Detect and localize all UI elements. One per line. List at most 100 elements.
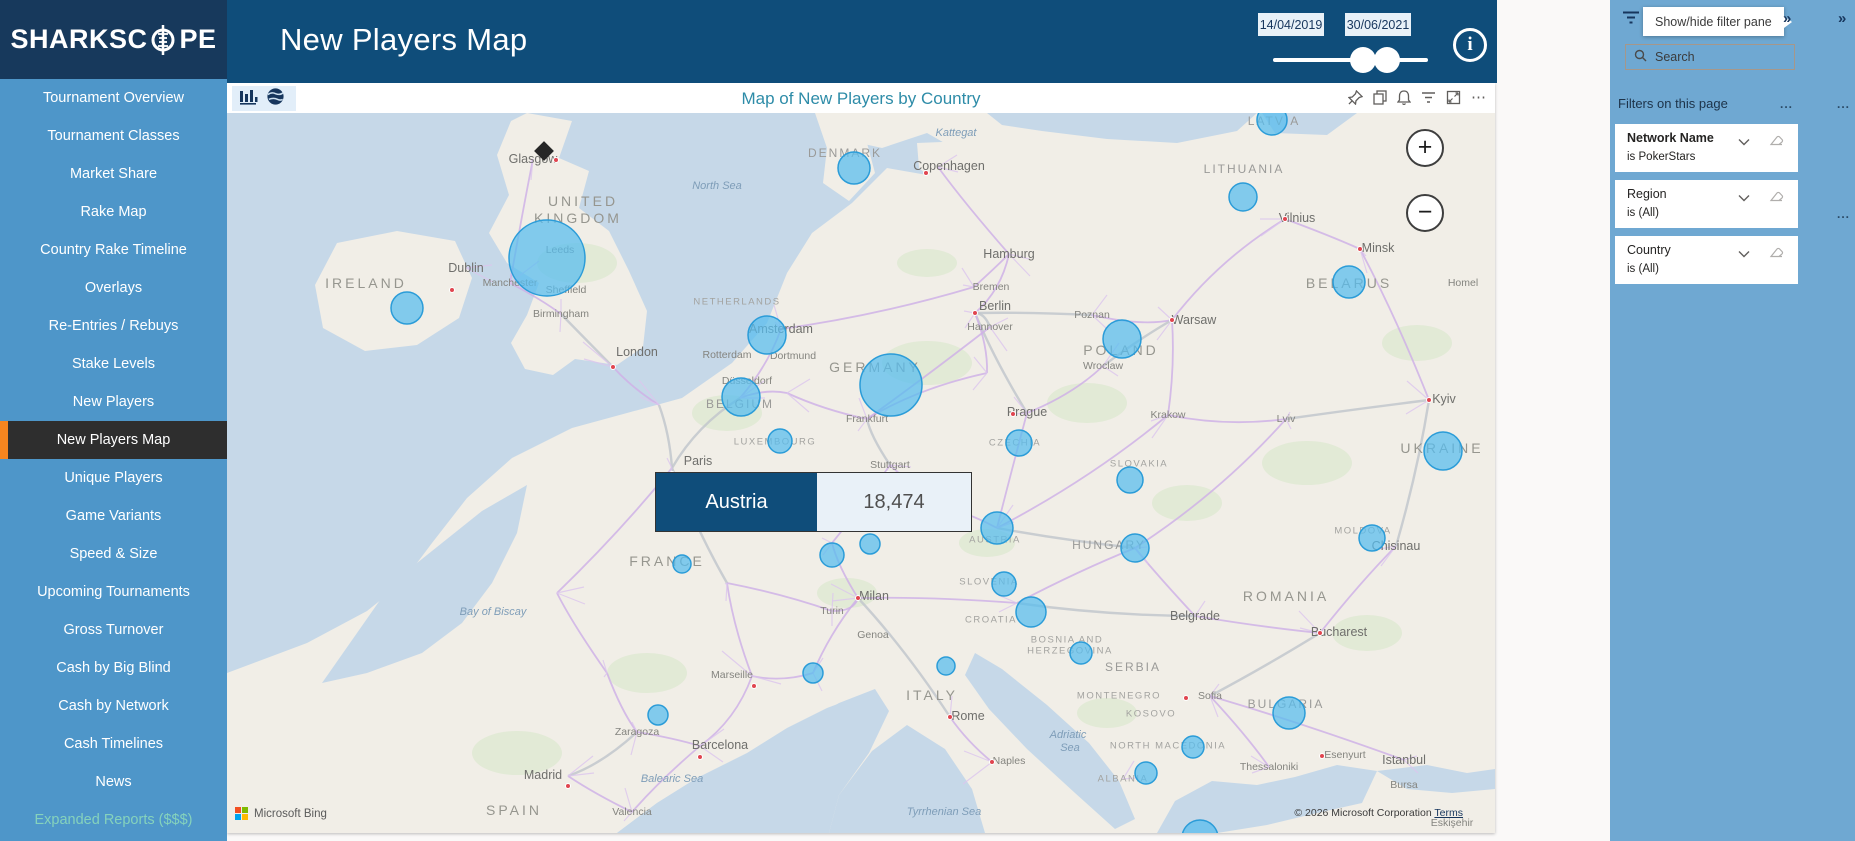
map-data-bubble[interactable] (937, 657, 955, 675)
sidebar-item-new-players[interactable]: New Players (0, 383, 227, 421)
map-data-bubble[interactable] (648, 705, 668, 725)
map-data-bubble[interactable] (1182, 736, 1204, 758)
map-data-bubble[interactable] (722, 378, 760, 416)
filter-card-title: Region (1627, 187, 1790, 201)
sidebar-item-new-players-map[interactable]: New Players Map (0, 421, 227, 459)
map-data-bubble[interactable] (1117, 467, 1143, 493)
sidebar-item-tournament-overview[interactable]: Tournament Overview (0, 79, 227, 117)
report-header: New Players Map 14/04/2019 30/06/2021 i (227, 0, 1497, 83)
map-data-bubble[interactable] (1070, 642, 1092, 664)
sidebar-item-overlays[interactable]: Overlays (0, 269, 227, 307)
sidebar-item-stake-levels[interactable]: Stake Levels (0, 345, 227, 383)
map-data-bubble[interactable] (1006, 430, 1032, 456)
map-data-bubble[interactable] (1229, 183, 1257, 211)
pane-more-icon[interactable]: ... (1837, 97, 1850, 111)
filter-card-condition: is (All) (1627, 207, 1790, 219)
map-data-bubble[interactable] (860, 354, 922, 416)
search-input[interactable]: Search (1625, 44, 1795, 70)
sidebar-item-speed-size[interactable]: Speed & Size (0, 535, 227, 573)
chevron-down-icon[interactable] (1738, 133, 1750, 151)
map-data-bubble[interactable] (1359, 525, 1385, 551)
map-data-bubble[interactable] (1273, 697, 1305, 729)
eraser-icon[interactable] (1769, 133, 1784, 151)
map-data-bubble[interactable] (1121, 534, 1149, 562)
sidebar-item-country-rake-timeline[interactable]: Country Rake Timeline (0, 231, 227, 269)
map-zoom-in-button[interactable]: + (1406, 129, 1444, 167)
map-data-bubble[interactable] (391, 292, 423, 324)
chevron-down-icon[interactable] (1738, 245, 1750, 263)
sidebar-item-tournament-classes[interactable]: Tournament Classes (0, 117, 227, 155)
sidebar-item-cash-by-big-blind[interactable]: Cash by Big Blind (0, 649, 227, 687)
sidebar-item-news[interactable]: News (0, 763, 227, 801)
filters-more-icon[interactable]: ... (1780, 97, 1793, 111)
map-data-bubble[interactable] (820, 543, 844, 567)
map-data-bubble[interactable] (673, 555, 691, 573)
sidebar-item-re-entries-rebuys[interactable]: Re-Entries / Rebuys (0, 307, 227, 345)
filter-card-condition: is PokerStars (1627, 151, 1790, 163)
map-data-bubble[interactable] (838, 152, 870, 184)
map-data-bubble[interactable] (509, 220, 585, 296)
terms-link[interactable]: Terms (1434, 807, 1463, 819)
sidebar-item-expanded-reports[interactable]: Expanded Reports ($$$) (0, 801, 227, 839)
date-to-field[interactable]: 30/06/2021 (1345, 13, 1411, 36)
sidebar-item-game-variants[interactable]: Game Variants (0, 497, 227, 535)
map-data-bubble[interactable] (768, 429, 792, 453)
map-data-bubble[interactable] (1103, 320, 1141, 358)
sidebar-item-cash-timelines[interactable]: Cash Timelines (0, 725, 227, 763)
map-data-bubble[interactable] (1135, 762, 1157, 784)
sidebar-item-unique-players[interactable]: Unique Players (0, 459, 227, 497)
filter-icon[interactable] (1421, 91, 1436, 104)
copyright-text: © 2026 Microsoft Corporation (1294, 807, 1431, 819)
map-data-bubble[interactable] (1016, 597, 1046, 627)
map-data-bubble[interactable] (992, 572, 1016, 596)
alert-bell-icon[interactable] (1397, 90, 1411, 105)
pin-icon[interactable] (1348, 90, 1363, 105)
page-title: New Players Map (280, 22, 527, 58)
map-data-bubble[interactable] (748, 316, 786, 354)
filter-card-title: Network Name (1627, 131, 1790, 145)
eraser-icon[interactable] (1769, 189, 1784, 207)
map-data-bubble[interactable] (1424, 432, 1462, 470)
sidebar-item-upcoming-tournaments[interactable]: Upcoming Tournaments (0, 573, 227, 611)
map-data-bubble[interactable] (981, 512, 1013, 544)
bing-map[interactable]: UNITEDKINGDOMIRELANDDENMARKNETHERLANDSBE… (227, 113, 1495, 833)
filters-section-title: Filters on this page (1618, 96, 1728, 111)
date-from-field[interactable]: 14/04/2019 (1258, 13, 1324, 36)
map-data-bubble[interactable] (1257, 113, 1287, 135)
visual-header: Map of New Players by Country ⋯ (227, 83, 1495, 113)
pane-filter-icon[interactable] (1622, 10, 1640, 30)
filter-card-region[interactable]: Region is (All) (1615, 180, 1798, 228)
filter-card-title: Country (1627, 243, 1790, 257)
collapse-filter-pane-icon[interactable]: » (1783, 10, 1791, 27)
map-zoom-out-button[interactable]: − (1406, 194, 1444, 232)
focus-mode-icon[interactable] (1446, 90, 1461, 105)
visual-actions: ⋯ (1348, 90, 1487, 105)
map-data-bubble[interactable] (860, 534, 880, 554)
card-more-icon[interactable]: ... (1837, 207, 1850, 221)
scope-icon (148, 25, 178, 55)
map-data-bubble[interactable] (803, 663, 823, 683)
date-range-slider-handle-right[interactable] (1374, 47, 1400, 73)
map-data-bubble[interactable] (1333, 266, 1365, 298)
info-icon[interactable]: i (1453, 28, 1487, 62)
more-options-icon[interactable]: ⋯ (1471, 94, 1487, 102)
filter-pane: Show/hide filter pane » » Search Filters… (1610, 0, 1855, 841)
map-data-bubble[interactable] (1182, 820, 1218, 833)
copy-icon[interactable] (1373, 90, 1387, 105)
eraser-icon[interactable] (1769, 245, 1784, 263)
collapse-secondary-pane-icon[interactable]: » (1838, 10, 1846, 27)
chevron-down-icon[interactable] (1738, 189, 1750, 207)
page-margin (227, 833, 1495, 841)
filter-card-network-name[interactable]: Network Name is PokerStars (1615, 124, 1798, 172)
sidebar-item-gross-turnover[interactable]: Gross Turnover (0, 611, 227, 649)
tooltip-value: 18,474 (817, 473, 971, 531)
logo-text-post: PE (179, 24, 216, 55)
sidebar-item-market-share[interactable]: Market Share (0, 155, 227, 193)
sidebar-item-cash-by-network[interactable]: Cash by Network (0, 687, 227, 725)
filter-pane-tooltip: Show/hide filter pane (1643, 7, 1784, 36)
filter-card-country[interactable]: Countryis (All) (1615, 236, 1798, 284)
sidebar-item-rake-map[interactable]: Rake Map (0, 193, 227, 231)
date-range-slider-handle-left[interactable] (1350, 47, 1376, 73)
sidebar-nav: Tournament OverviewTournament ClassesMar… (0, 79, 227, 841)
logo-text-pre: SHARKSC (10, 24, 147, 55)
